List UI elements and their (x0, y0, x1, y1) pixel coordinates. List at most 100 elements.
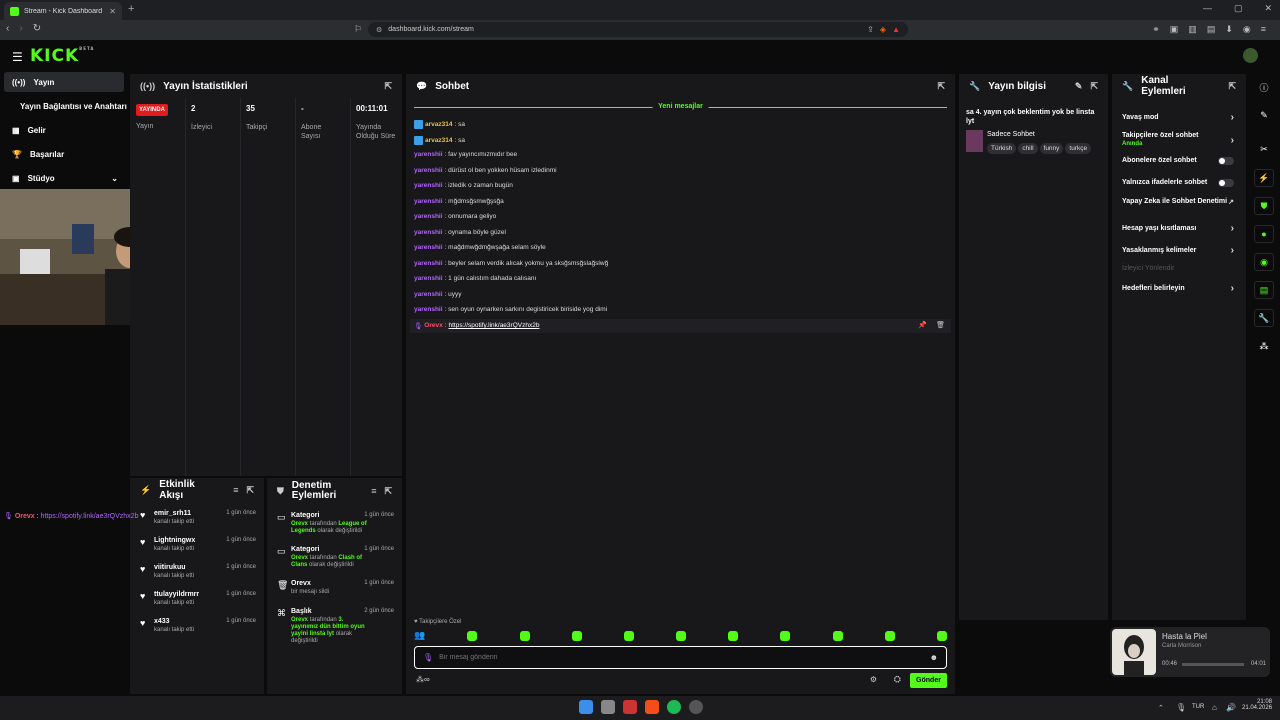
emote[interactable] (519, 630, 530, 641)
emote[interactable] (832, 630, 843, 641)
edit-icon[interactable]: ✎ (1075, 81, 1083, 92)
chat-username[interactable]: yarenshii (414, 275, 443, 282)
nav-item-gelir[interactable]: ▦ Gelir (4, 120, 124, 140)
chat-message[interactable]: yarenshii: 1 gün calıstım dahada calısan… (414, 275, 536, 282)
popout-icon[interactable]: ⇱ (937, 81, 945, 92)
chat-message[interactable]: yarenshii: beyler selam verdik alıcak yo… (414, 260, 608, 267)
filter-icon[interactable]: ≡ (233, 485, 238, 495)
emote[interactable] (571, 630, 582, 641)
obs-icon[interactable] (689, 700, 703, 714)
chat-username[interactable]: yarenshii (414, 213, 443, 220)
chat-message[interactable]: yarenshii: sen oyun oynarken sarkını deg… (414, 306, 607, 313)
mod-actor[interactable]: Orevx (291, 521, 308, 527)
vpn-icon[interactable]: ◉ (1243, 24, 1251, 35)
network-icon[interactable]: ⌂ (1212, 703, 1217, 712)
volume-icon[interactable]: 🔊 (1226, 703, 1236, 712)
chat-username[interactable]: yarenshii (414, 167, 443, 174)
chat-username[interactable]: Orevx (424, 322, 442, 329)
kick-logo[interactable]: KICKBETA (30, 46, 94, 66)
clock[interactable]: 21:08 21.04.2026 (1242, 699, 1272, 711)
share-icon[interactable]: ⇪ (867, 25, 874, 34)
popout-icon[interactable]: ⇱ (384, 81, 392, 92)
spotify-icon[interactable] (667, 700, 681, 714)
chat-link[interactable]: https://spotify.link/ae3rQVzhx2b (449, 322, 540, 329)
chat-username[interactable]: yarenshii (414, 306, 443, 313)
chat-message[interactable]: yarenshii: onnumara geliyo (414, 213, 496, 220)
address-bar[interactable]: ⚙ dashboard.kick.com/stream ⇪ ◈ ▲ (368, 22, 908, 37)
download-icon[interactable]: ⬇ (1225, 24, 1233, 35)
task-view-icon[interactable] (601, 700, 615, 714)
chat-message[interactable]: yarenshii: izledik o zaman bugün (414, 182, 513, 189)
chat-message[interactable]: yarenshii: uyyy (414, 291, 462, 298)
nav-item-basarilar[interactable]: 🏆 Başarılar (4, 144, 124, 164)
add-widget-icon[interactable]: ⁂ (1254, 337, 1274, 355)
popout-icon[interactable]: ⇱ (246, 485, 254, 496)
song-progress[interactable] (1182, 663, 1244, 666)
chat-message[interactable]: yarenshii: dürüst ol ben yokken hüsam iz… (414, 167, 557, 174)
new-tab-icon[interactable]: + (128, 3, 134, 15)
tabs-icon[interactable]: ▤ (1207, 24, 1216, 35)
action-subscribers-only[interactable]: Abonelere özel sohbet (1122, 157, 1234, 165)
brave-rewards-icon[interactable]: ▲ (892, 25, 900, 34)
forward-icon[interactable]: › (19, 23, 22, 34)
language-indicator[interactable]: TUR (1192, 704, 1204, 710)
emote[interactable] (936, 630, 947, 641)
windows-start-icon[interactable] (579, 700, 593, 714)
sidebar-icon[interactable]: ▥ (1188, 24, 1197, 35)
chat-message[interactable]: yarenshii: mağdmwğdmğwşağa selam söyle (414, 244, 546, 251)
chat-message[interactable]: yarenshii: oynama böyle güzel (414, 229, 506, 236)
toggle-switch[interactable] (1218, 179, 1234, 187)
chat-bubble-icon[interactable]: ● (1254, 225, 1274, 243)
info-icon[interactable]: ⓘ (1254, 78, 1274, 96)
wallet-icon[interactable]: ▣ (1170, 24, 1179, 35)
broadcast-icon[interactable]: ◉ (1254, 253, 1274, 271)
user-avatar[interactable] (1243, 48, 1258, 63)
toggle-switch[interactable] (1218, 157, 1234, 165)
action-goals[interactable]: Hedefleri belirleyin › (1122, 283, 1234, 294)
chat-message[interactable]: arvaz314: sa (414, 135, 465, 145)
scissors-icon[interactable]: ✂ (1254, 140, 1274, 158)
emote[interactable] (676, 630, 687, 641)
chat-username[interactable]: yarenshii (414, 198, 443, 205)
action-banned-words[interactable]: Yasaklanmış kelimeler › (1122, 245, 1234, 256)
emote[interactable] (728, 630, 739, 641)
shield-icon[interactable]: ⛊ (1254, 197, 1274, 215)
lightning-icon[interactable]: ⚡ (1254, 169, 1274, 187)
mod-actor[interactable]: Orevx (291, 555, 308, 561)
popout-icon[interactable]: ⇱ (1090, 81, 1098, 92)
bookmark-icon[interactable]: ⚐ (354, 24, 362, 35)
gear-icon[interactable]: ⚙ (870, 675, 877, 684)
chat-username[interactable]: yarenshii (414, 244, 443, 251)
action-ai-moderation[interactable]: Yapay Zeka ile Sohbet Denetimi ↗ (1122, 198, 1234, 206)
emote[interactable] (467, 630, 478, 641)
nav-item-yayin[interactable]: ((•)) Yayın (4, 72, 124, 92)
card-icon[interactable]: ▤ (1254, 281, 1274, 299)
chat-message[interactable]: yarenshii: mğdmsğsmwğşsğa (414, 198, 504, 205)
site-info-icon[interactable]: ⚙ (376, 26, 382, 34)
close-window-icon[interactable]: ✕ (1264, 3, 1272, 14)
action-followers-only[interactable]: Takipçilere özel sohbet Anında › (1122, 132, 1234, 148)
send-button[interactable]: Gönder (910, 673, 947, 688)
popout-icon[interactable]: ⇱ (1228, 81, 1236, 92)
emote-picker-icon[interactable]: 👥 (414, 630, 425, 641)
mod-tools-icon[interactable]: ⛭ (894, 674, 901, 685)
brave-shield-icon[interactable]: ◈ (880, 25, 886, 34)
chat-username[interactable]: yarenshii (414, 291, 443, 298)
action-emote-only[interactable]: Yalnızca ifadelerle sohbet (1122, 179, 1234, 187)
maximize-icon[interactable]: ▢ (1234, 3, 1243, 14)
emote[interactable] (623, 630, 634, 641)
wrench-icon[interactable]: 🔧 (1254, 309, 1274, 327)
reload-icon[interactable]: ↻ (33, 23, 41, 34)
nav-item-studyo[interactable]: ▣ Stüdyo ⌄ (4, 168, 124, 188)
action-slow-mode[interactable]: Yavaş mod › (1122, 112, 1234, 123)
app-icon[interactable] (623, 700, 637, 714)
emote[interactable] (884, 630, 895, 641)
emoji-icon[interactable]: ☻ (930, 653, 938, 662)
back-icon[interactable]: ‹ (6, 23, 9, 34)
chat-username[interactable]: yarenshii (414, 151, 443, 158)
chat-input[interactable] (439, 654, 924, 661)
tray-up-icon[interactable]: ⌃ (1158, 704, 1164, 712)
emote[interactable] (780, 630, 791, 641)
chat-message[interactable]: yarenshii: fav yayıncımızmıdır bee (414, 151, 517, 158)
tray-mic-icon[interactable]: 🎙 (1176, 703, 1186, 712)
